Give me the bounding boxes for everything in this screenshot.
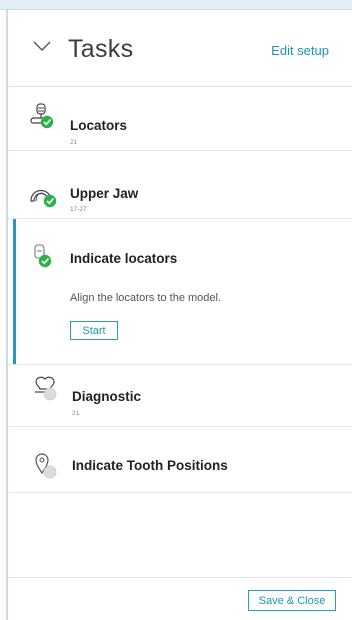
tooth-icon (35, 376, 57, 401)
task-name: Indicate locators (70, 251, 178, 266)
page-title: Tasks (68, 35, 134, 63)
task-locators[interactable]: Locators 21 (8, 87, 352, 151)
task-diagnostic[interactable]: Diagnostic 21 (8, 365, 352, 427)
save-close-button[interactable]: Save & Close (248, 590, 336, 611)
task-name: Indicate Tooth Positions (72, 458, 228, 473)
tasks-panel: Tasks Edit setup Locators 21 Upper Jaw 1… (8, 10, 352, 620)
start-button[interactable]: Start (70, 321, 118, 340)
map-pin-icon (35, 453, 57, 479)
task-subtitle: 21 (72, 410, 80, 417)
task-subtitle: 17-27 (70, 206, 87, 213)
upper-jaw-icon (30, 189, 57, 208)
task-name: Locators (70, 118, 128, 133)
edit-setup-link[interactable]: Edit setup (271, 43, 329, 58)
tasks-header: Tasks Edit setup (8, 10, 352, 87)
indicate-locator-icon (34, 244, 52, 268)
chevron-down-icon[interactable] (33, 40, 51, 52)
task-name: Diagnostic (72, 389, 142, 404)
task-name: Upper Jaw (70, 186, 139, 201)
footer-divider (8, 577, 352, 578)
locator-icon (30, 103, 54, 129)
task-indicate-locators[interactable]: Indicate locators Align the locators to … (8, 219, 352, 365)
window-top-frame (0, 0, 352, 10)
task-upper-jaw[interactable]: Upper Jaw 17-27 (8, 151, 352, 219)
task-indicate-tooth-positions[interactable]: Indicate Tooth Positions (8, 427, 352, 493)
task-subtitle: 21 (70, 139, 78, 146)
task-description: Align the locators to the model. (70, 292, 222, 304)
